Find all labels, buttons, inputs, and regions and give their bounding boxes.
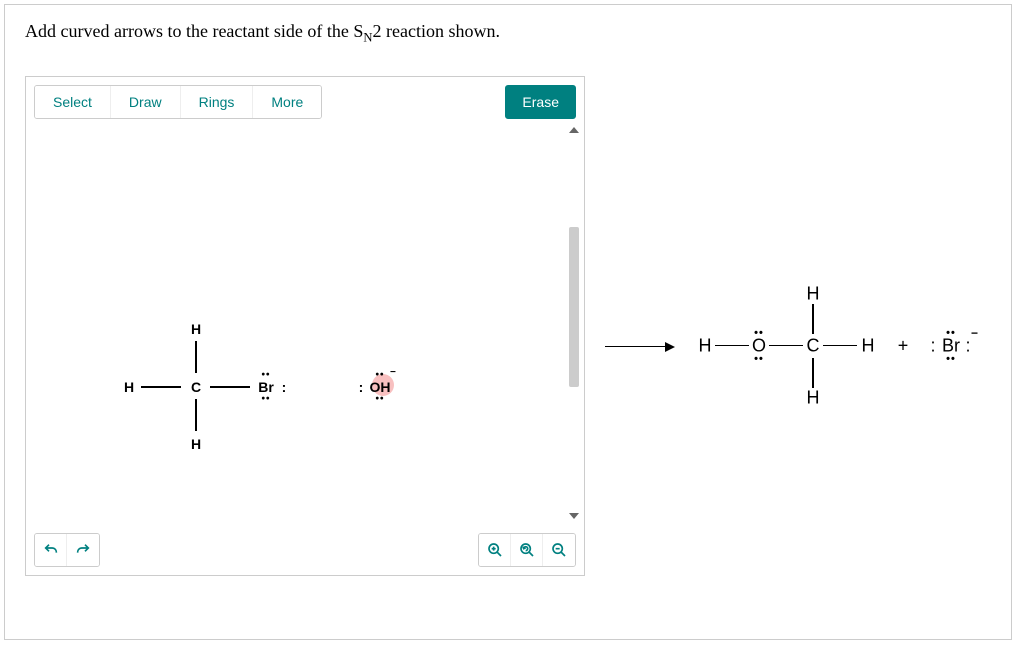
undo-icon bbox=[43, 542, 59, 558]
zoom-out-button[interactable] bbox=[543, 534, 575, 566]
draw-tab[interactable]: Draw bbox=[111, 86, 181, 118]
redo-button[interactable] bbox=[67, 534, 99, 566]
bond bbox=[812, 358, 814, 388]
lone-pair-dots: •• bbox=[375, 369, 384, 380]
atom-h-left: H bbox=[124, 379, 134, 395]
zoom-reset-button[interactable] bbox=[511, 534, 543, 566]
negative-charge: − bbox=[971, 326, 978, 340]
bond bbox=[715, 345, 749, 347]
editor-toolbar: Select Draw Rings More Erase bbox=[26, 77, 584, 119]
question-suffix: 2 reaction shown. bbox=[373, 21, 500, 41]
structure-editor: Select Draw Rings More Erase C H H H Br … bbox=[25, 76, 585, 576]
scroll-thumb[interactable] bbox=[569, 227, 579, 387]
question-panel: Add curved arrows to the reactant side o… bbox=[4, 4, 1012, 640]
bottom-toolbar bbox=[34, 533, 576, 567]
lone-pair-dots: •• bbox=[261, 369, 270, 380]
plus-sign: + bbox=[898, 335, 909, 356]
zoom-in-icon bbox=[487, 542, 503, 558]
scroll-up-icon[interactable] bbox=[569, 127, 579, 133]
lone-pair-dots: •• bbox=[946, 353, 956, 365]
prod-atom-h-right: H bbox=[862, 335, 875, 356]
rings-tab[interactable]: Rings bbox=[181, 86, 254, 118]
lone-pair-colon: : bbox=[359, 379, 364, 395]
lone-pair-colon: : bbox=[282, 379, 287, 395]
lone-pair-dots: •• bbox=[375, 393, 384, 404]
lone-pair-colon: : bbox=[930, 335, 935, 356]
work-area: Select Draw Rings More Erase C H H H Br … bbox=[25, 76, 991, 576]
prod-atom-h-left: H bbox=[699, 335, 712, 356]
lone-pair-dots: •• bbox=[946, 327, 956, 339]
bond bbox=[195, 341, 197, 373]
history-buttons bbox=[34, 533, 100, 567]
question-text: Add curved arrows to the reactant side o… bbox=[25, 21, 991, 46]
zoom-buttons bbox=[478, 533, 576, 567]
prod-atom-h-bottom: H bbox=[807, 387, 820, 408]
lone-pair-dots: •• bbox=[754, 353, 764, 365]
more-tab[interactable]: More bbox=[253, 86, 321, 118]
atom-h-top: H bbox=[191, 321, 201, 337]
redo-icon bbox=[75, 542, 91, 558]
bond bbox=[812, 304, 814, 334]
lone-pair-dots: •• bbox=[261, 393, 270, 404]
erase-button[interactable]: Erase bbox=[505, 85, 576, 119]
drawing-canvas[interactable]: C H H H Br •• •• : : OH •• •• − bbox=[26, 127, 564, 525]
atom-h-bottom: H bbox=[191, 436, 201, 452]
question-prefix: Add curved arrows to the reactant side o… bbox=[25, 21, 363, 41]
zoom-in-button[interactable] bbox=[479, 534, 511, 566]
bond bbox=[141, 386, 181, 388]
lone-pair-dots: •• bbox=[754, 327, 764, 339]
select-tab[interactable]: Select bbox=[35, 86, 111, 118]
mode-tabs: Select Draw Rings More bbox=[34, 85, 322, 119]
products-display: H O •• •• C H H H + : Br •• •• : − bbox=[595, 76, 991, 576]
vertical-scrollbar[interactable] bbox=[568, 127, 580, 519]
negative-charge: − bbox=[390, 367, 396, 378]
bond bbox=[195, 399, 197, 431]
prod-atom-h-top: H bbox=[807, 283, 820, 304]
bond bbox=[769, 345, 803, 347]
bond bbox=[210, 386, 250, 388]
reaction-arrow bbox=[605, 346, 665, 348]
lone-pair-colon: : bbox=[965, 335, 970, 356]
zoom-reset-icon bbox=[519, 542, 535, 558]
bond bbox=[823, 345, 857, 347]
atom-c: C bbox=[191, 379, 201, 395]
zoom-out-icon bbox=[551, 542, 567, 558]
question-subscript: N bbox=[363, 31, 372, 45]
undo-button[interactable] bbox=[35, 534, 67, 566]
arrow-head-icon bbox=[665, 342, 675, 352]
scroll-down-icon[interactable] bbox=[569, 513, 579, 519]
prod-atom-c: C bbox=[807, 335, 820, 356]
